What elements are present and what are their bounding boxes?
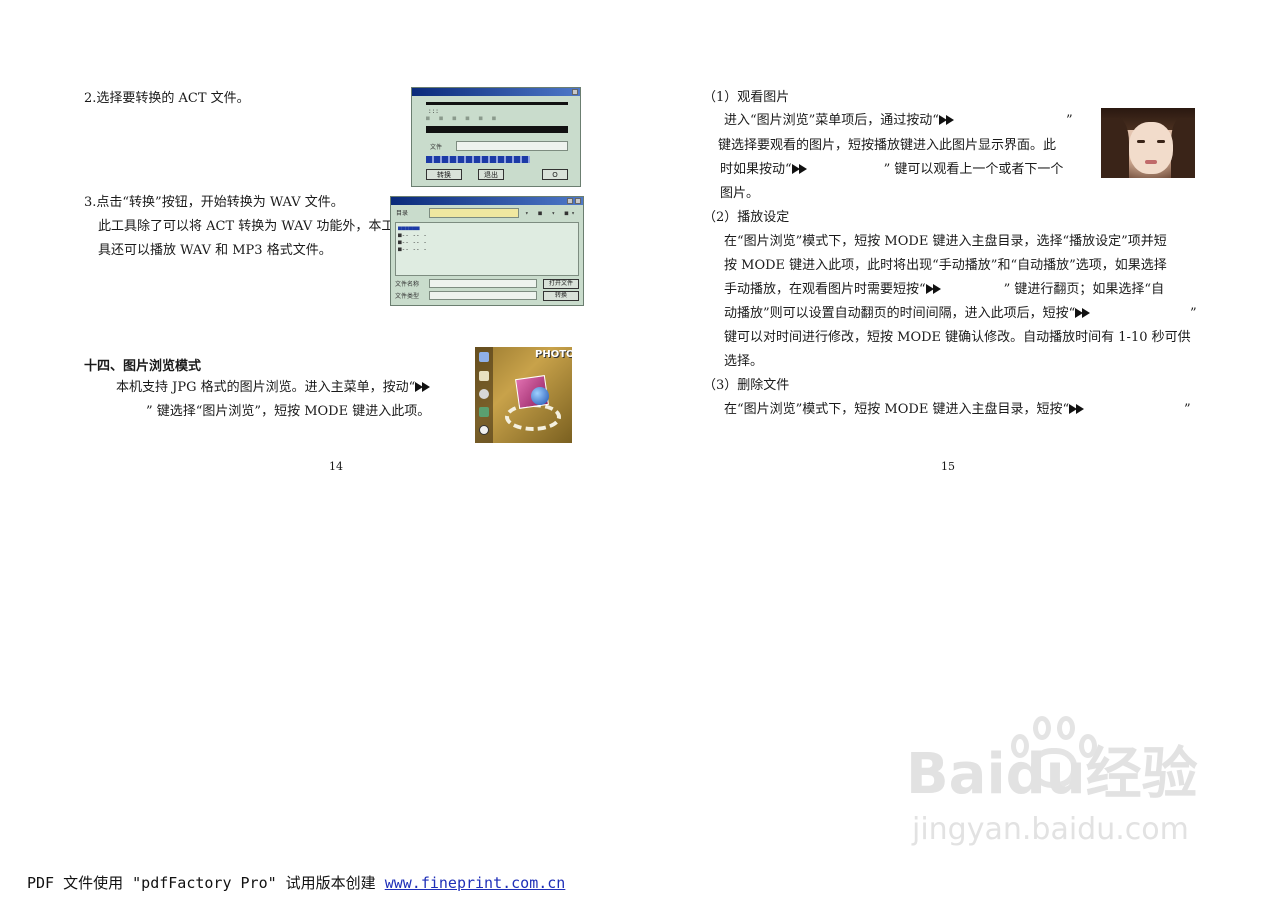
file-list[interactable]: ■■■■■■ ■-- -- - ■-- -- - ■-- -- - (395, 222, 579, 276)
view-line1-end: ” (1066, 113, 1073, 128)
view-line3-start: 时如果按动“ (720, 162, 792, 177)
sample-photo (1101, 108, 1195, 178)
view-line2: 键选择要观看的图片，短按播放键进入此图片显示界面。此 (718, 138, 1057, 153)
filetype-label: 文件类型 (395, 293, 420, 300)
close-icon[interactable] (575, 198, 581, 204)
fineprint-link[interactable]: www.fineprint.com.cn (385, 874, 566, 892)
view-line4: 图片。 (720, 186, 760, 201)
delete-title: （3）删除文件 (703, 378, 790, 393)
fast-forward-icon (1069, 404, 1085, 414)
delete-line1-text: 在“图片浏览”模式下，短按 MODE 键进入主盘目录，短按“ (724, 402, 1070, 417)
close-icon[interactable] (572, 89, 578, 95)
section-14-title: 十四、图片浏览模式 (84, 359, 202, 374)
photo-badge: PHOTO (535, 349, 572, 360)
delete-line1: 在“图片浏览”模式下，短按 MODE 键进入主盘目录，短按“ (724, 402, 1085, 418)
step3-line3: 具还可以播放 WAV 和 MP3 格式文件。 (98, 243, 332, 258)
section-14-line1-text: 本机支持 JPG 格式的图片浏览。进入主菜单，按动“ (116, 380, 416, 395)
view-line3-end: ” 键可以观看上一个或者下一个 (883, 162, 1064, 177)
folder-select[interactable] (429, 208, 519, 218)
view-title: （1）观看图片 (703, 90, 790, 105)
play-line4: 动播放”则可以设置自动翻页的时间间隔，进入此项后，短按“ (724, 306, 1091, 322)
filename-field[interactable] (429, 279, 537, 288)
toolbar-icons[interactable]: ▾ ■ ▾ ■▾ (525, 210, 578, 217)
fast-forward-icon (939, 115, 955, 125)
act-converter-dialog: ::: ■ ■ ■ ■ ■ ■ 文件 转换 退出 O (411, 87, 581, 187)
view-line1: 进入“图片浏览”菜单项后，通过按动“ (724, 113, 955, 129)
fast-forward-icon (792, 164, 808, 174)
folder-label: 目录 (396, 210, 409, 217)
waveform-bar (426, 126, 568, 133)
page-number-right: 15 (941, 460, 955, 473)
voice-icon (479, 371, 489, 381)
menu-ring (505, 403, 561, 431)
fast-forward-icon (415, 382, 431, 392)
file-label: 文件 (430, 144, 443, 151)
wav-player-dialog: 目录 ▾ ■ ▾ ■▾ ■■■■■■ ■-- -- - ■-- -- - ■--… (390, 196, 584, 306)
play-line3-start: 手动播放，在观看图片时需要短按“ (724, 282, 926, 297)
play-line4-start: 动播放”则可以设置自动翻页的时间间隔，进入此项后，短按“ (724, 306, 1076, 321)
play-line3-end: ” 键进行翻页；如果选择“自 (1003, 282, 1165, 297)
list-item[interactable]: ■-- -- - (398, 232, 427, 239)
photo-mode-screenshot: PHOTO (475, 347, 572, 443)
footer-text: PDF 文件使用 "pdfFactory Pro" 试用版本创建 (27, 874, 385, 892)
section-14-line2: ” 键选择“图片浏览”，短按 MODE 键进入此项。 (146, 404, 431, 419)
playback-controls: ■ ■ ■ ■ ■ ■ (426, 115, 499, 122)
dialog-titlebar (391, 197, 583, 205)
fast-forward-icon (926, 284, 942, 294)
help-icon[interactable] (567, 198, 573, 204)
time-readout: ::: (428, 108, 439, 115)
progress-bar (426, 156, 530, 163)
play-line1: 在“图片浏览”模式下，短按 MODE 键进入主盘目录，选择“播放设定”项并短 (724, 234, 1167, 249)
file-path-field[interactable] (456, 141, 568, 151)
step3-line1: 3.点击“转换”按钮，开始转换为 WAV 文件。 (84, 195, 344, 210)
delete-line1-end: ” (1184, 402, 1191, 417)
globe-icon (531, 387, 549, 405)
pdf-footer: PDF 文件使用 "pdfFactory Pro" 试用版本创建 www.fin… (27, 872, 565, 893)
play-title: （2）播放设定 (703, 210, 790, 225)
music-icon (479, 352, 489, 362)
section-14-line1: 本机支持 JPG 格式的图片浏览。进入主菜单，按动“ (116, 380, 431, 396)
view-line3: 时如果按动“ ” 键可以观看上一个或者下一个 (720, 162, 1063, 178)
ok-button[interactable]: O (542, 169, 568, 180)
list-item[interactable]: ■■■■■■ (398, 225, 420, 232)
page-number-left: 14 (329, 460, 343, 473)
filetype-select[interactable] (429, 291, 537, 300)
step3-line2: 此工具除了可以将 ACT 转换为 WAV 功能外，本工 (98, 219, 395, 234)
dialog-titlebar (412, 88, 580, 96)
watermark-url: jingyan.baidu.com (912, 812, 1189, 847)
step2-text: 2.选择要转换的 ACT 文件。 (84, 91, 250, 106)
filename-label: 文件名称 (395, 281, 420, 288)
track-slider[interactable] (426, 102, 568, 105)
play-line5: 键可以对时间进行修改，短按 MODE 键确认修改。自动播放时间有 1-10 秒可… (724, 330, 1191, 345)
convert-button[interactable]: 转换 (426, 169, 462, 180)
photo-icon (479, 425, 489, 435)
list-item[interactable]: ■-- -- - (398, 246, 427, 253)
list-item[interactable]: ■-- -- - (398, 239, 427, 246)
play-line3: 手动播放，在观看图片时需要短按“ ” 键进行翻页；如果选择“自 (724, 282, 1164, 298)
exit-button[interactable]: 退出 (478, 169, 504, 180)
open-file-button[interactable]: 打开文件 (543, 279, 579, 289)
fast-forward-icon (1075, 308, 1091, 318)
watermark-brand: Baidu经验 (906, 742, 1198, 807)
folder-icon (479, 407, 489, 417)
settings-icon (479, 389, 489, 399)
convert-wav-button[interactable]: 转换 (543, 291, 579, 301)
play-line2: 按 MODE 键进入此项，此时将出现“手动播放”和“自动播放”选项，如果选择 (724, 258, 1167, 273)
play-line6: 选择。 (724, 354, 764, 369)
play-line4-end: ” (1190, 306, 1197, 321)
view-line1-text: 进入“图片浏览”菜单项后，通过按动“ (724, 113, 939, 128)
